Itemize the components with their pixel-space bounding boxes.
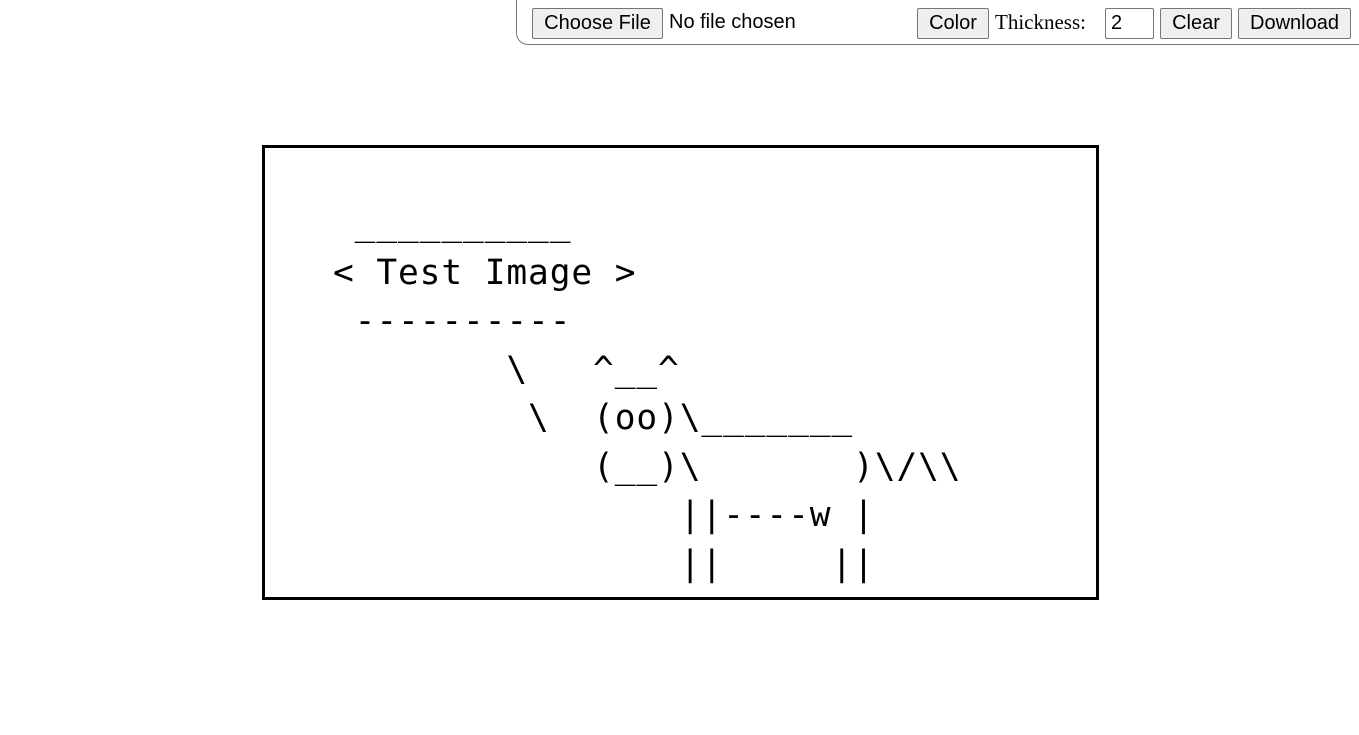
download-button[interactable]: Download bbox=[1238, 8, 1351, 39]
color-button[interactable]: Color bbox=[917, 8, 989, 39]
clear-button[interactable]: Clear bbox=[1160, 8, 1232, 39]
thickness-input[interactable] bbox=[1105, 8, 1154, 39]
file-status-label: No file chosen bbox=[669, 11, 796, 33]
thickness-label: Thickness: bbox=[995, 10, 1086, 34]
choose-file-button[interactable]: Choose File bbox=[532, 8, 663, 39]
drawing-canvas[interactable]: __________ < Test Image > ---------- \ ^… bbox=[262, 145, 1099, 600]
ascii-cow-image: __________ < Test Image > ---------- \ ^… bbox=[333, 204, 962, 584]
